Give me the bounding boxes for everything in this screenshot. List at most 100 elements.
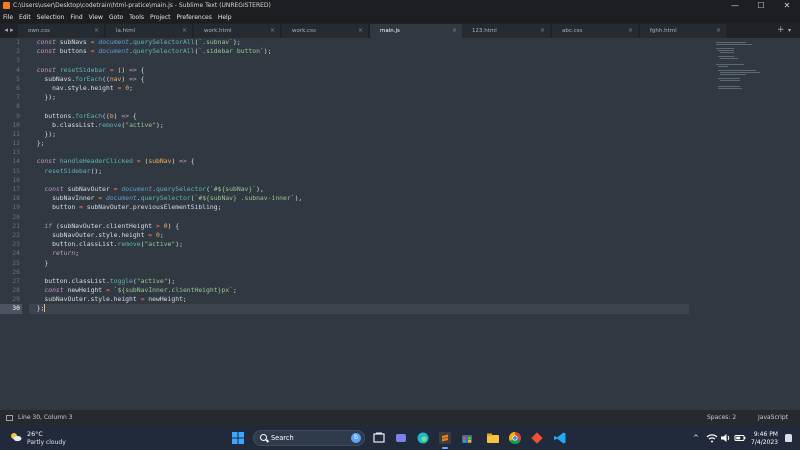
tab-abc-css[interactable]: abc.css × [552,24,638,38]
code-line[interactable]: return; [29,249,689,258]
tab-la-html[interactable]: la.html × [106,24,192,38]
tab-close-icon[interactable]: × [182,24,187,38]
teams-chat-icon[interactable] [394,431,408,445]
git-tool-icon[interactable] [530,431,544,445]
code-line[interactable]: }); [29,130,689,139]
line-number: 12 [12,139,20,148]
tab-close-icon[interactable]: × [540,24,545,38]
code-line[interactable]: subNavOuter.style.height = 0; [29,231,689,240]
vscode-icon[interactable] [553,431,567,445]
task-view-icon[interactable] [372,431,386,445]
tab-fghh-html[interactable]: fghh.html × [640,24,726,38]
menu-tools[interactable]: Tools [126,12,147,21]
menu-goto[interactable]: Goto [106,12,126,21]
minimap[interactable] [712,40,762,90]
editor-scrollbar[interactable] [790,41,796,406]
code-line[interactable]: const subNavs = document.querySelectorAl… [29,38,689,47]
code-line-current[interactable]: }; [29,304,689,314]
code-line[interactable]: }); [29,93,689,102]
tab-close-icon[interactable]: × [94,24,99,38]
tab-own-css[interactable]: own.css × [18,24,104,38]
weather-temperature[interactable]: 26°C [27,430,43,438]
minimize-button[interactable]: — [722,0,748,12]
code-line[interactable]: const subNavOuter = document.querySelect… [29,185,689,194]
panel-toggle-icon[interactable] [6,415,13,421]
new-tab-button[interactable]: + [777,25,785,36]
menu-preferences[interactable]: Preferences [174,12,215,21]
menu-find[interactable]: Find [67,12,85,21]
active-app-indicator [442,447,448,449]
close-button[interactable]: ✕ [774,0,800,12]
wifi-icon[interactable] [706,432,718,444]
line-number: 26 [12,267,20,276]
code-line[interactable]: button.classList.remove("active"); [29,240,689,249]
code-line[interactable] [29,148,689,157]
tab-close-icon[interactable]: × [270,24,275,38]
line-number: 10 [12,120,20,129]
code-line[interactable]: subNavOuter.style.height = newHeight; [29,295,689,304]
tab-123-html[interactable]: 123.html × [462,24,550,38]
tab-close-icon[interactable]: × [628,24,633,38]
code-line[interactable]: const resetSidebar = () => { [29,66,689,75]
partly-cloudy-icon[interactable] [10,432,22,442]
code-line[interactable] [29,268,689,277]
line-number: 8 [16,102,20,111]
code-line[interactable]: } [29,259,689,268]
editor-area[interactable]: 1 2 3 4 5 6 7 8 9 10 11 12 13 14 15 16 17 18 19 20 21 22 23 24 2… [0,38,800,410]
menu-file[interactable]: File [0,12,16,21]
taskbar-search[interactable]: Search b [253,430,365,446]
clock-time[interactable]: 9:46 PM [752,431,778,438]
tray-overflow-chevron[interactable]: ^ [693,426,699,450]
notification-bell-icon[interactable] [785,434,792,442]
weather-description[interactable]: Partly cloudy [27,439,66,446]
windows-start-icon[interactable] [231,431,245,445]
code-line[interactable]: const buttons = document.querySelectorAl… [29,47,689,56]
status-bar: Line 30, Column 3 Spaces: 2 JavaScript [0,410,800,426]
line-number: 6 [16,83,20,92]
code-line[interactable]: const handleHeaderClicked = (subNav) => … [29,157,689,166]
syntax-selector[interactable]: JavaScript [758,410,788,426]
tab-work-css[interactable]: work.css × [282,24,368,38]
code-line[interactable]: if (subNavOuter.clientHeight > 0) { [29,222,689,231]
file-explorer-icon[interactable] [486,431,500,445]
code-line[interactable]: b.classList.remove("active"); [29,121,689,130]
microsoft-store-icon[interactable] [460,431,474,445]
sublime-text-taskbar-icon[interactable] [438,431,452,445]
edge-browser-icon[interactable] [416,431,430,445]
code-line[interactable]: }; [29,139,689,148]
code-line[interactable]: button = subNavOuter.previousElementSibl… [29,203,689,212]
tab-work-html[interactable]: work.html × [194,24,280,38]
clock-date[interactable]: 7/4/2023 [748,439,778,446]
code-line[interactable] [29,102,689,111]
tab-main-js[interactable]: main.js × [370,24,462,38]
menu-selection[interactable]: Selection [34,12,68,21]
tab-close-icon[interactable]: × [716,24,721,38]
menu-help[interactable]: Help [215,12,235,21]
indentation-setting[interactable]: Spaces: 2 [707,410,736,426]
code-line[interactable] [29,213,689,222]
code-line[interactable] [29,176,689,185]
battery-icon[interactable] [734,432,746,444]
menu-project[interactable]: Project [147,12,174,21]
menu-view[interactable]: View [86,12,106,21]
tab-list-dropdown[interactable]: ▾ [788,25,791,36]
code-line[interactable]: button.classList.toggle("active"); [29,277,689,286]
tab-close-icon[interactable]: × [358,24,363,38]
code-line[interactable]: resetSidebar(); [29,167,689,176]
code-line[interactable]: subNavs.forEach((nav) => { [29,75,689,84]
line-number: 29 [12,295,20,304]
chrome-icon[interactable] [508,431,522,445]
code-line[interactable]: buttons.forEach((b) => { [29,112,689,121]
code-line[interactable]: subNavInner = document.querySelector(`#$… [29,194,689,203]
code-content[interactable]: const subNavs = document.querySelectorAl… [29,38,689,314]
code-line[interactable] [29,56,689,65]
code-line[interactable]: nav.style.height = 0; [29,84,689,93]
maximize-button[interactable]: ☐ [748,0,774,12]
cursor-position: Line 30, Column 3 [18,414,73,421]
code-line[interactable]: const newHeight = `${subNavInner.clientH… [29,286,689,295]
tab-navigation-arrows[interactable]: ◂ ▸ [2,25,16,36]
line-number: 18 [12,194,20,203]
menu-edit[interactable]: Edit [16,12,34,21]
tab-close-icon[interactable]: × [452,24,457,38]
speaker-icon[interactable] [720,432,732,444]
